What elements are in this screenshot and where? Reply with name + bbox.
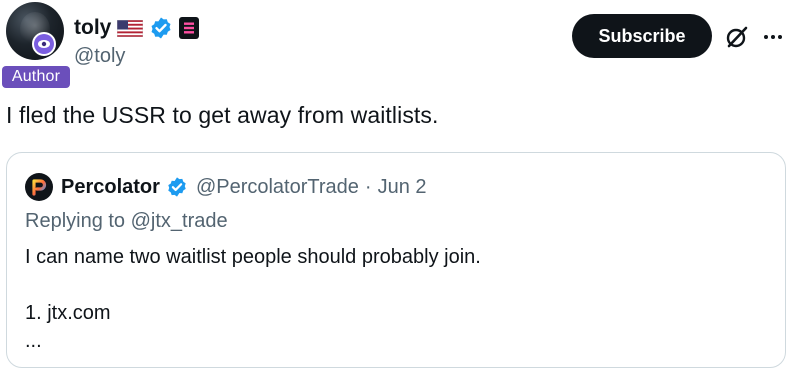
percolator-logo-icon (32, 179, 47, 196)
post: Author toly @toly Subscribe I fled the U… (0, 0, 792, 382)
author-tag: Author (2, 66, 70, 88)
quote-card[interactable]: Percolator @PercolatorTrade · Jun 2 Repl… (6, 152, 786, 368)
author-display-name[interactable]: toly (74, 16, 111, 40)
eye-icon (38, 40, 50, 48)
verified-badge-icon[interactable] (149, 16, 173, 40)
more-icon[interactable] (760, 24, 786, 50)
quote-replying-to: Replying to @jtx_trade (25, 210, 228, 233)
quote-body: I can name two waitlist people should pr… (25, 243, 481, 355)
quote-line: I can name two waitlist people should pr… (25, 246, 481, 268)
avatar-eye-badge (32, 32, 56, 56)
us-flag-icon (117, 19, 144, 37)
quote-display-name[interactable]: Percolator (61, 176, 160, 199)
replying-mention[interactable]: @jtx_trade (131, 210, 228, 232)
quote-line: ... (25, 330, 42, 352)
grok-icon[interactable] (724, 24, 750, 50)
verified-badge-icon[interactable] (166, 176, 188, 198)
solana-badge-icon[interactable] (179, 17, 200, 39)
quote-date[interactable]: Jun 2 (378, 176, 427, 199)
quote-header: Percolator @PercolatorTrade · Jun 2 (25, 173, 427, 201)
quote-handle[interactable]: @PercolatorTrade (196, 176, 359, 199)
tweet-text: I fled the USSR to get away from waitlis… (6, 102, 439, 128)
subscribe-button[interactable]: Subscribe (572, 14, 712, 58)
quote-separator: · (364, 175, 372, 198)
quote-avatar[interactable] (25, 173, 53, 201)
quote-line-blank (25, 271, 481, 299)
name-row: toly (74, 15, 200, 41)
author-handle[interactable]: @toly (74, 45, 125, 68)
quote-line: 1. jtx.com (25, 302, 111, 324)
replying-prefix: Replying to (25, 210, 131, 232)
